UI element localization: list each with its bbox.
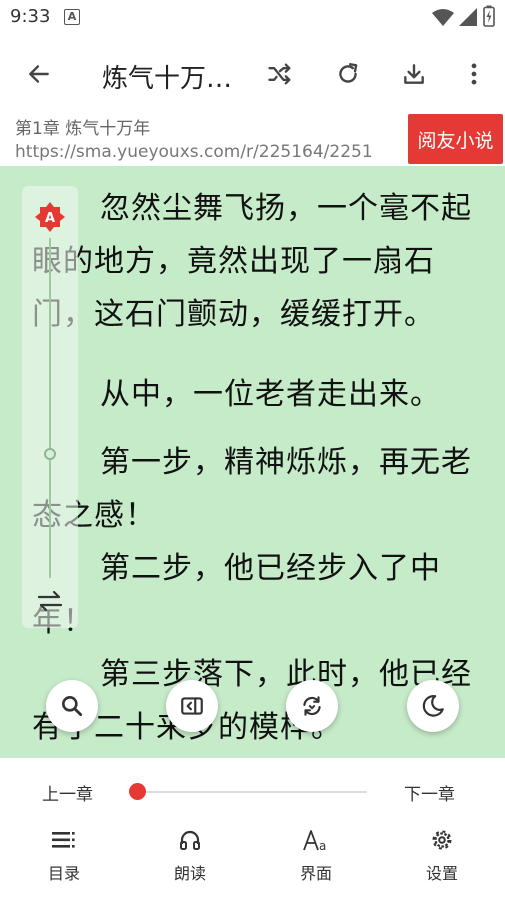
bottom-menu: 上一章 下一章 目录 朗读 a 界面 设置: [0, 758, 505, 897]
refresh-button[interactable]: [326, 52, 370, 96]
more-vert-icon: [471, 63, 477, 85]
svg-text:a: a: [319, 839, 326, 852]
refresh-icon: [339, 63, 358, 83]
font-icon: a: [303, 830, 326, 853]
chapter-progress-track[interactable]: [137, 791, 367, 793]
auto-brightness-badge: A: [45, 211, 55, 226]
chapter-progress-thumb[interactable]: [129, 783, 146, 800]
page-title: 炼气十万…: [102, 64, 233, 94]
auto-brightness-icon[interactable]: A: [34, 201, 66, 233]
shuffle-icon: [268, 63, 291, 85]
brightness-thumb[interactable]: [44, 448, 56, 460]
brightness-panel: A: [22, 186, 78, 628]
auto-page-button[interactable]: [166, 680, 218, 732]
chapter-url[interactable]: https://sma.yueyouxs.com/r/225164/2251: [15, 142, 395, 162]
tab-settings-label: 设置: [425, 864, 458, 883]
signal-icon: [459, 8, 477, 26]
paragraph: 第一步，精神烁烁，再无老态之感！: [32, 445, 472, 533]
paragraph: 忽然尘舞飞扬，一个毫不起眼的地方，竟然出现了一扇石门，这石门颤动，缓缓打开。: [32, 191, 472, 332]
notification-icon: A: [64, 9, 80, 25]
search-icon: [62, 696, 83, 717]
tab-interface-label: 界面: [299, 864, 332, 883]
download-button[interactable]: [392, 52, 436, 96]
tab-read-aloud[interactable]: 朗读: [150, 828, 230, 884]
moon-icon: [422, 695, 444, 717]
status-bar: 9:33 A: [0, 0, 505, 36]
tab-settings[interactable]: 设置: [402, 828, 482, 884]
battery-icon: [483, 5, 495, 27]
download-icon: [404, 64, 424, 84]
arrow-left-icon: [29, 65, 49, 83]
tab-read-aloud-label: 朗读: [173, 864, 206, 883]
replace-rule-button[interactable]: [286, 680, 338, 732]
list-icon: [52, 832, 75, 848]
reading-area[interactable]: 忽然尘舞飞扬，一个毫不起眼的地方，竟然出现了一扇石门，这石门颤动，缓缓打开。 从…: [0, 166, 505, 758]
more-button[interactable]: [452, 52, 496, 96]
chapter-title: 第1章 炼气十万年: [15, 119, 151, 139]
paragraph: 从中，一位老者走出来。: [100, 377, 441, 412]
wifi-icon: [432, 9, 454, 26]
prev-chapter-button[interactable]: 上一章: [42, 780, 93, 805]
night-mode-button[interactable]: [407, 680, 459, 732]
search-button[interactable]: [46, 680, 98, 732]
back-button[interactable]: [17, 52, 61, 96]
auto-page-icon: [181, 697, 203, 715]
chapter-info-bar: 第1章 炼气十万年 https://sma.yueyouxs.com/r/225…: [0, 112, 505, 166]
source-button[interactable]: 阅友小说: [408, 114, 503, 164]
swap-position-icon[interactable]: [36, 590, 64, 612]
replace-icon: [303, 696, 321, 716]
status-time: 9:33: [10, 6, 51, 27]
change-source-button[interactable]: [258, 52, 302, 96]
brightness-track[interactable]: [49, 238, 51, 578]
headphones-icon: [180, 830, 200, 850]
tab-catalog[interactable]: 目录: [24, 828, 104, 884]
tab-catalog-label: 目录: [47, 864, 80, 883]
gear-icon: [432, 830, 452, 850]
next-chapter-button[interactable]: 下一章: [404, 780, 455, 805]
tab-interface[interactable]: a 界面: [276, 828, 356, 884]
toolbar: 炼气十万…: [0, 36, 505, 112]
paragraph: 第二步，他已经步入了中年！: [32, 551, 441, 639]
